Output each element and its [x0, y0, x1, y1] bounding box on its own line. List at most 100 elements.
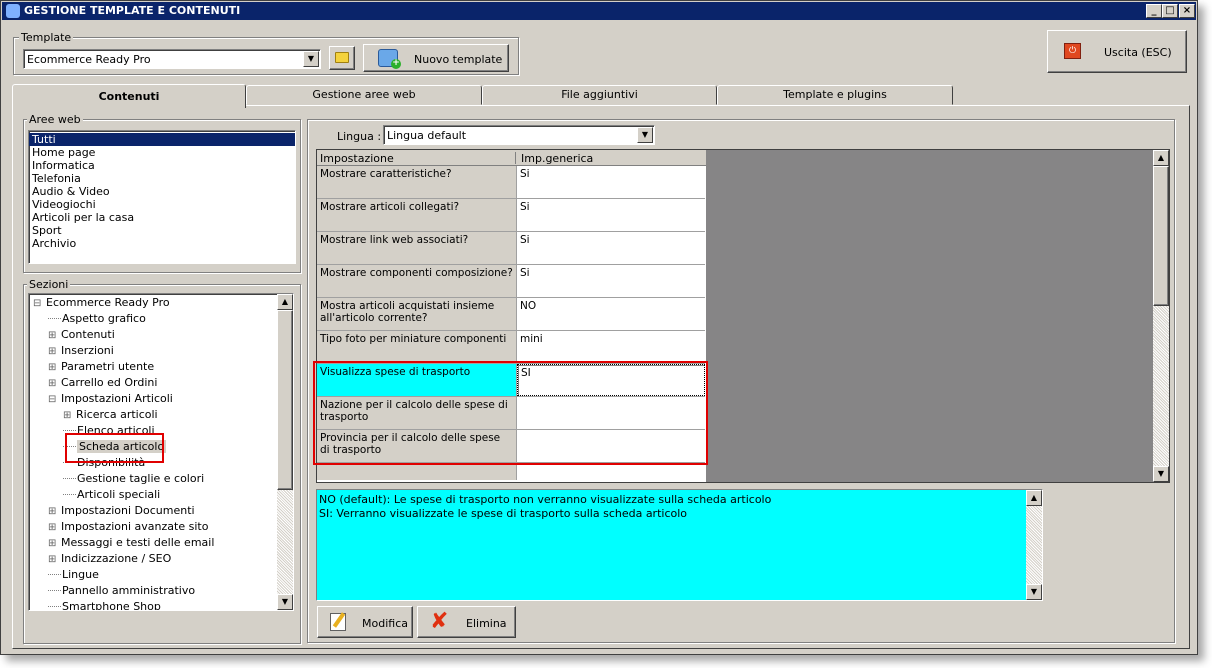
tree-item[interactable]: Smartphone Shop	[48, 599, 161, 611]
chevron-down-icon[interactable]: ▼	[637, 127, 653, 143]
expand-icon[interactable]: ⊞	[48, 376, 61, 392]
setting-value-cell	[517, 463, 705, 480]
tree-item[interactable]: ⊞ Impostazioni Documenti	[48, 503, 195, 519]
scroll-down-icon[interactable]: ▼	[277, 594, 293, 610]
table-row[interactable]: Mostra articoli acquistati insieme all'a…	[317, 298, 705, 331]
scroll-down-icon[interactable]: ▼	[1026, 584, 1042, 600]
tree-item[interactable]: Pannello amministrativo	[48, 583, 195, 599]
list-item[interactable]: Articoli per la casa	[29, 211, 295, 224]
setting-value-cell[interactable]: Si	[517, 166, 705, 198]
tree-line-icon	[63, 487, 76, 495]
expand-icon[interactable]: ⊞	[48, 360, 61, 376]
new-template-button[interactable]: + Nuovo template	[363, 44, 509, 72]
scroll-up-icon[interactable]: ▲	[277, 294, 293, 310]
tree-item-label: Ricerca articoli	[76, 408, 158, 421]
description-line-1: NO (default): Le spese di trasporto non …	[319, 493, 772, 506]
list-item[interactable]: Home page	[29, 146, 295, 159]
scroll-down-icon[interactable]: ▼	[1153, 466, 1169, 482]
modifica-button[interactable]: Modifica	[317, 606, 413, 638]
setting-value-cell[interactable]: Si	[517, 199, 705, 231]
tree-item-label: Contenuti	[61, 328, 115, 341]
tab-template-e-plugins[interactable]: Template e plugins	[717, 85, 953, 105]
scroll-thumb[interactable]	[1153, 166, 1169, 306]
minimize-button[interactable]: _	[1146, 4, 1162, 18]
grid-header-impgenerica[interactable]: Imp.generica	[521, 152, 593, 165]
tree-item-label: Impostazioni Articoli	[61, 392, 173, 405]
expand-icon[interactable]: ⊞	[48, 344, 61, 360]
tree-item[interactable]: ⊞ Carrello ed Ordini	[48, 375, 157, 391]
list-item[interactable]: Audio & Video	[29, 185, 295, 198]
maximize-button[interactable]: □	[1162, 4, 1178, 18]
tree-item[interactable]: ⊞ Ricerca articoli	[63, 407, 158, 423]
elimina-button[interactable]: ✘ Elimina	[417, 606, 516, 638]
tree-item[interactable]: ⊟ Ecommerce Ready Pro	[33, 295, 170, 311]
table-row[interactable]: Mostrare componenti composizione? Si	[317, 265, 705, 298]
scroll-up-icon[interactable]: ▲	[1026, 490, 1042, 506]
tree-item[interactable]: Gestione taglie e colori	[63, 471, 204, 487]
setting-name-cell: Mostrare articoli collegati?	[317, 199, 517, 231]
list-item[interactable]: Videogiochi	[29, 198, 295, 211]
tree-item[interactable]: ⊞ Parametri utente	[48, 359, 154, 375]
expand-icon[interactable]: ⊞	[48, 328, 61, 344]
scroll-up-icon[interactable]: ▲	[1153, 150, 1169, 166]
expand-icon[interactable]: ⊞	[48, 504, 61, 520]
grid-header-impostazione[interactable]: Impostazione	[320, 152, 516, 165]
setting-value-cell[interactable]: NO	[517, 298, 705, 330]
tab-gestione-aree-web-label: Gestione aree web	[312, 88, 416, 101]
delete-icon: ✘	[430, 609, 449, 634]
tree-item[interactable]: ⊞ Contenuti	[48, 327, 115, 343]
expand-icon[interactable]: ⊞	[63, 408, 76, 424]
table-row[interactable]: Mostrare articoli collegati? Si	[317, 199, 705, 232]
description-line-2: SI: Verranno visualizzate le spese di tr…	[319, 507, 688, 520]
setting-value-cell[interactable]: Si	[517, 265, 705, 297]
scroll-thumb[interactable]	[277, 310, 293, 490]
tree-item[interactable]: Lingue	[48, 567, 99, 583]
close-button[interactable]: ×	[1179, 4, 1195, 18]
collapse-icon[interactable]: ⊟	[48, 392, 61, 408]
tree-item[interactable]: Aspetto grafico	[48, 311, 146, 327]
tab-file-aggiuntivi[interactable]: File aggiuntivi	[482, 85, 717, 105]
tree-item-label: Pannello amministrativo	[62, 584, 196, 597]
exit-button[interactable]: ⏻ Uscita (ESC)	[1047, 30, 1187, 73]
tree-line-icon	[48, 567, 61, 575]
description-scrollbar[interactable]: ▲ ▼	[1026, 490, 1042, 600]
list-item[interactable]: Tutti	[29, 133, 295, 146]
template-select[interactable]: Ecommerce Ready Pro ▼	[23, 49, 321, 69]
expand-icon[interactable]: ⊞	[48, 536, 61, 552]
tree-item[interactable]: ⊟ Impostazioni Articoli	[48, 391, 173, 407]
tree-item-label: Impostazioni avanzate sito	[61, 520, 209, 533]
expand-icon[interactable]: ⊞	[48, 520, 61, 536]
lingua-select[interactable]: Lingua default ▼	[383, 125, 655, 145]
list-item[interactable]: Telefonia	[29, 172, 295, 185]
table-row-empty	[317, 463, 705, 480]
tree-item-label: Smartphone Shop	[62, 600, 161, 611]
setting-value-cell[interactable]: Si	[517, 232, 705, 264]
open-folder-button[interactable]	[329, 46, 355, 70]
tree-item[interactable]: ⊞ Inserzioni	[48, 343, 114, 359]
setting-name-cell: Mostrare link web associati?	[317, 232, 517, 264]
grid-scrollbar[interactable]: ▲ ▼	[1153, 150, 1169, 482]
setting-value-cell[interactable]: mini	[517, 331, 705, 363]
tree-item[interactable]: ⊞ Indicizzazione / SEO	[48, 551, 171, 567]
tree-item[interactable]: ⊞ Messaggi e testi delle email	[48, 535, 214, 551]
grid-header: Impostazione Imp.generica	[317, 150, 706, 166]
table-row[interactable]: Mostrare link web associati? Si	[317, 232, 705, 265]
collapse-icon[interactable]: ⊟	[33, 296, 46, 312]
list-item[interactable]: Archivio	[29, 237, 295, 250]
tree-line-icon	[63, 423, 76, 431]
tree-item[interactable]: ⊞ Impostazioni avanzate sito	[48, 519, 208, 535]
tab-contenuti[interactable]: Contenuti	[12, 84, 246, 108]
aree-web-list[interactable]: Tutti Home page Informatica Telefonia Audio …	[28, 130, 296, 264]
sezioni-scrollbar[interactable]: ▲ ▼	[277, 294, 293, 610]
tree-item[interactable]: Articoli speciali	[63, 487, 160, 503]
table-row[interactable]: Tipo foto per miniature componenti mini	[317, 331, 705, 364]
list-item[interactable]: Sport	[29, 224, 295, 237]
tree-item-label: Articoli speciali	[77, 488, 161, 501]
template-group-label: Template	[19, 31, 74, 44]
tab-gestione-aree-web[interactable]: Gestione aree web	[246, 85, 482, 105]
chevron-down-icon[interactable]: ▼	[303, 51, 319, 67]
expand-icon[interactable]: ⊞	[48, 552, 61, 568]
modifica-label: Modifica	[362, 617, 408, 630]
list-item[interactable]: Informatica	[29, 159, 295, 172]
table-row[interactable]: Mostrare caratteristiche? Si	[317, 166, 705, 199]
